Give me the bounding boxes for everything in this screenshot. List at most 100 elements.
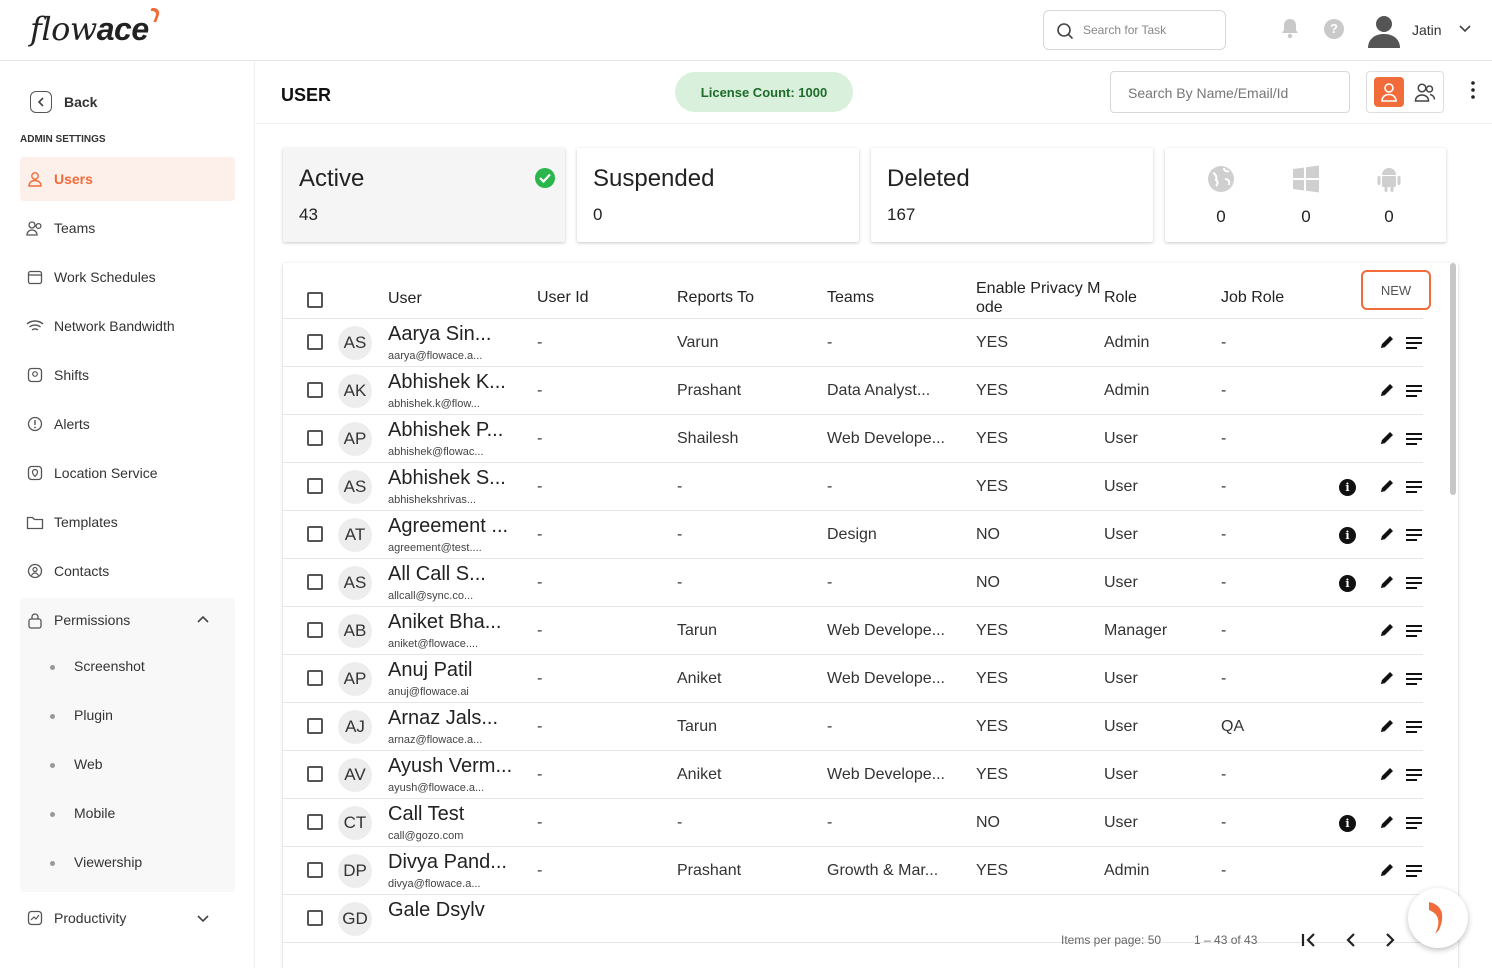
column-user[interactable]: User bbox=[388, 290, 422, 308]
row-checkbox[interactable] bbox=[307, 334, 323, 350]
table-row[interactable]: AP Abhishek P... abhishek@flowac... - Shaile… bbox=[283, 415, 1423, 463]
sidebar-item-location-service[interactable]: Location Service bbox=[20, 451, 235, 495]
sidebar-subitem-mobile[interactable]: Mobile bbox=[49, 805, 115, 821]
column-job-role[interactable]: Job Role bbox=[1221, 289, 1284, 307]
user-name[interactable]: Abhishek P... bbox=[388, 419, 503, 442]
column-teams[interactable]: Teams bbox=[827, 289, 874, 307]
sidebar-subitem-screenshot[interactable]: Screenshot bbox=[50, 658, 145, 674]
sidebar-item-network-bandwidth[interactable]: Network Bandwidth bbox=[20, 304, 235, 348]
column-privacy-mode[interactable]: Enable Privacy M ode bbox=[976, 279, 1101, 317]
row-checkbox[interactable] bbox=[307, 574, 323, 590]
row-checkbox[interactable] bbox=[307, 382, 323, 398]
bell-icon[interactable] bbox=[1280, 17, 1300, 39]
stat-card-active[interactable]: Active 43 bbox=[283, 148, 565, 242]
user-name[interactable]: Abhishek S... bbox=[388, 467, 506, 490]
device-web[interactable]: 0 bbox=[1206, 165, 1236, 227]
sidebar-item-templates[interactable]: Templates bbox=[20, 500, 235, 544]
row-checkbox[interactable] bbox=[307, 622, 323, 638]
row-checkbox[interactable] bbox=[307, 718, 323, 734]
edit-icon[interactable] bbox=[1379, 334, 1395, 355]
info-icon[interactable]: i bbox=[1339, 479, 1356, 496]
edit-icon[interactable] bbox=[1379, 766, 1395, 787]
info-icon[interactable]: i bbox=[1339, 527, 1356, 544]
details-menu-icon[interactable] bbox=[1406, 336, 1422, 354]
sidebar-item-users[interactable]: Users bbox=[20, 157, 235, 201]
task-search-input[interactable]: Search for Task bbox=[1043, 10, 1226, 50]
table-row[interactable]: DP Divya Pand... divya@flowace.a... - Prasha… bbox=[283, 847, 1423, 895]
sidebar-item-productivity[interactable]: Productivity bbox=[20, 896, 235, 940]
device-windows[interactable]: 0 bbox=[1291, 165, 1321, 227]
select-all-checkbox[interactable] bbox=[307, 292, 323, 308]
table-row[interactable]: AV Ayush Verm... ayush@flowace.a... - Aniket… bbox=[283, 751, 1423, 799]
table-row[interactable]: AS All Call S... allcall@sync.co... - - - NO Us… bbox=[283, 559, 1423, 607]
new-user-button[interactable]: NEW bbox=[1361, 270, 1431, 310]
details-menu-icon[interactable] bbox=[1406, 768, 1422, 786]
edit-icon[interactable] bbox=[1379, 526, 1395, 547]
user-name[interactable]: Call Test bbox=[388, 803, 464, 826]
details-menu-icon[interactable] bbox=[1406, 624, 1422, 642]
user-name[interactable]: Aniket Bha... bbox=[388, 611, 501, 634]
next-page-icon[interactable] bbox=[1379, 929, 1401, 951]
sidebar-item-shifts[interactable]: Shifts bbox=[20, 353, 235, 397]
sidebar-subitem-viewership[interactable]: Viewership bbox=[49, 854, 142, 870]
more-options-icon[interactable] bbox=[1468, 80, 1478, 100]
table-row[interactable]: AK Abhishek K... abhishek.k@flow... - Prasha… bbox=[283, 367, 1423, 415]
sidebar-subitem-web[interactable]: Web bbox=[50, 756, 103, 772]
details-menu-icon[interactable] bbox=[1406, 720, 1422, 738]
user-view-button[interactable] bbox=[1374, 77, 1404, 107]
chevron-down-icon[interactable] bbox=[1459, 24, 1471, 34]
edit-icon[interactable] bbox=[1379, 478, 1395, 499]
sidebar-item-work-schedules[interactable]: Work Schedules bbox=[20, 255, 235, 299]
info-icon[interactable]: i bbox=[1339, 575, 1356, 592]
avatar[interactable] bbox=[1366, 12, 1402, 48]
row-checkbox[interactable] bbox=[307, 526, 323, 542]
user-name[interactable]: Aarya Sin... bbox=[388, 323, 491, 346]
device-android[interactable]: 0 bbox=[1374, 165, 1404, 227]
row-checkbox[interactable] bbox=[307, 430, 323, 446]
back-button[interactable]: Back bbox=[30, 91, 97, 113]
stat-card-suspended[interactable]: Suspended 0 bbox=[577, 148, 859, 242]
details-menu-icon[interactable] bbox=[1406, 480, 1422, 498]
user-name[interactable]: Gale Dsylv bbox=[388, 899, 485, 922]
items-per-page[interactable]: Items per page: 50 bbox=[1061, 933, 1161, 947]
user-search-input[interactable]: Search By Name/Email/Id bbox=[1110, 71, 1350, 113]
first-page-icon[interactable] bbox=[1298, 929, 1320, 951]
details-menu-icon[interactable] bbox=[1406, 432, 1422, 450]
edit-icon[interactable] bbox=[1379, 622, 1395, 643]
edit-icon[interactable] bbox=[1379, 862, 1395, 883]
user-name[interactable]: Arnaz Jals... bbox=[388, 707, 498, 730]
edit-icon[interactable] bbox=[1379, 430, 1395, 451]
details-menu-icon[interactable] bbox=[1406, 384, 1422, 402]
column-user-id[interactable]: User Id bbox=[537, 289, 589, 307]
user-name[interactable]: Ayush Verm... bbox=[388, 755, 512, 778]
table-scrollbar[interactable] bbox=[1450, 263, 1456, 495]
user-name[interactable]: Jatin bbox=[1412, 22, 1442, 38]
sidebar-item-contacts[interactable]: Contacts bbox=[20, 549, 235, 593]
table-row[interactable]: AP Anuj Patil anuj@flowace.ai - Aniket Web De… bbox=[283, 655, 1423, 703]
user-name[interactable]: Agreement ... bbox=[388, 515, 508, 538]
edit-icon[interactable] bbox=[1379, 382, 1395, 403]
edit-icon[interactable] bbox=[1379, 574, 1395, 595]
row-checkbox[interactable] bbox=[307, 478, 323, 494]
table-row[interactable]: AT Agreement ... agreement@test.... - - Desig… bbox=[283, 511, 1423, 559]
user-name[interactable]: Divya Pand... bbox=[388, 851, 507, 874]
chevron-up-icon[interactable] bbox=[197, 615, 209, 623]
row-checkbox[interactable] bbox=[307, 814, 323, 830]
sidebar-item-teams[interactable]: Teams bbox=[20, 206, 235, 250]
edit-icon[interactable] bbox=[1379, 718, 1395, 739]
stat-card-deleted[interactable]: Deleted 167 bbox=[871, 148, 1153, 242]
details-menu-icon[interactable] bbox=[1406, 864, 1422, 882]
row-checkbox[interactable] bbox=[307, 862, 323, 878]
previous-page-icon[interactable] bbox=[1340, 929, 1362, 951]
flowace-logo[interactable]: flowace bbox=[30, 8, 162, 48]
edit-icon[interactable] bbox=[1379, 814, 1395, 835]
info-icon[interactable]: i bbox=[1339, 815, 1356, 832]
column-reports-to[interactable]: Reports To bbox=[677, 289, 754, 307]
help-icon[interactable]: ? bbox=[1324, 19, 1344, 39]
details-menu-icon[interactable] bbox=[1406, 816, 1422, 834]
table-row[interactable]: AS Aarya Sin... aarya@flowace.a... - Varun - Y… bbox=[283, 319, 1423, 367]
team-view-button[interactable] bbox=[1410, 77, 1440, 107]
details-menu-icon[interactable] bbox=[1406, 576, 1422, 594]
user-name[interactable]: Anuj Patil bbox=[388, 659, 473, 682]
table-row[interactable]: AB Aniket Bha... aniket@flowace.... - Tarun W… bbox=[283, 607, 1423, 655]
